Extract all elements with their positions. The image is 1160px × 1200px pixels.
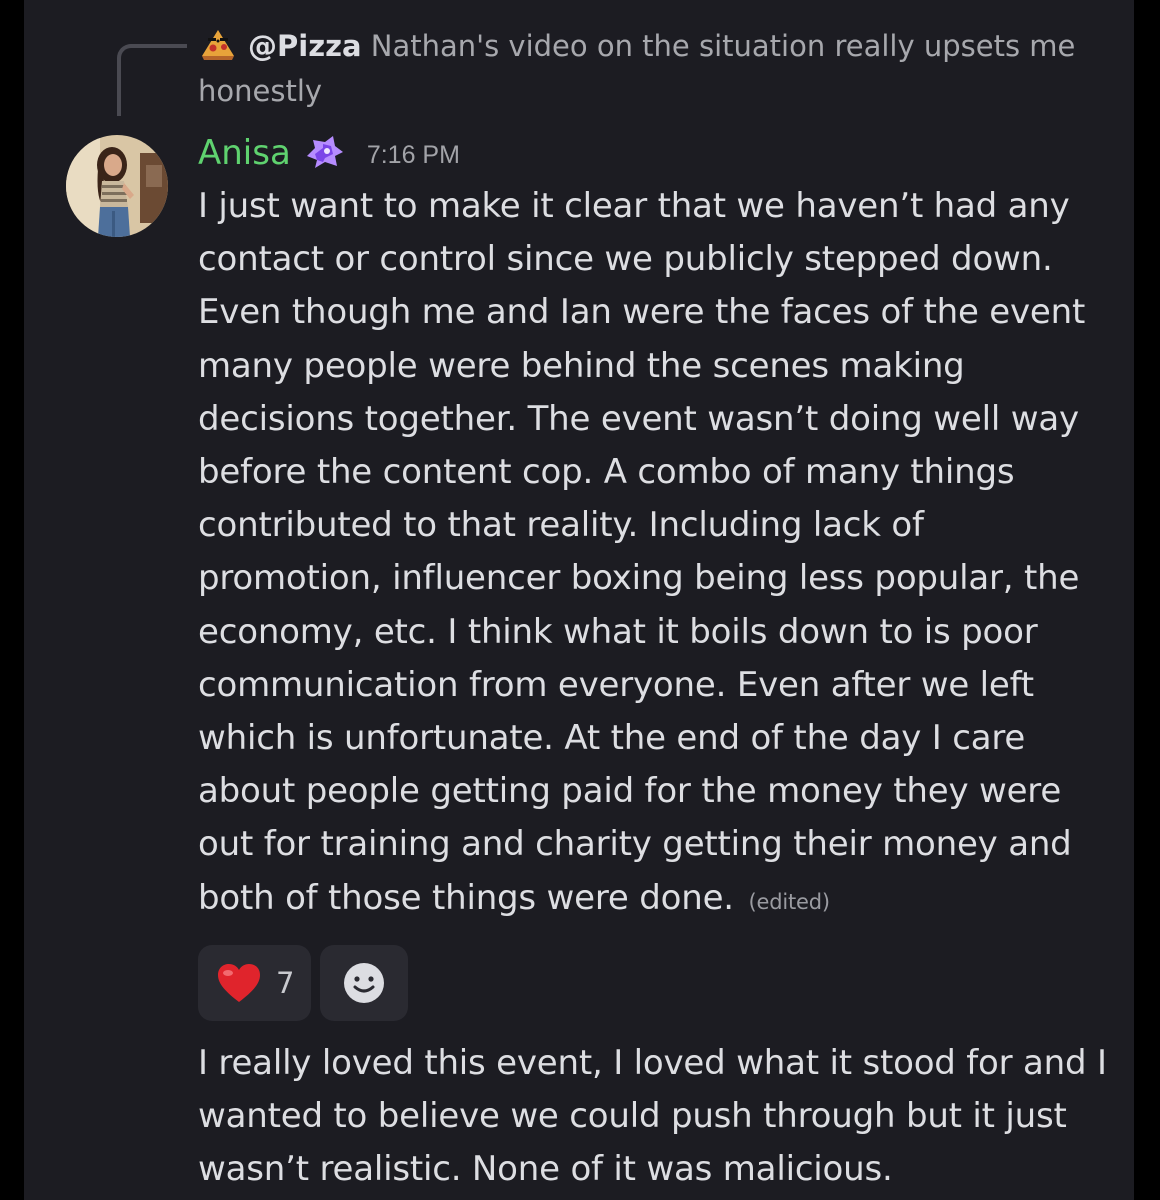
username[interactable]: Anisa <box>198 133 291 173</box>
message-timestamp[interactable]: 7:16 PM <box>367 137 460 170</box>
avatar-image <box>66 135 168 237</box>
reply-connector-line <box>117 44 187 116</box>
avatar[interactable] <box>66 135 168 237</box>
add-reaction-button[interactable] <box>320 945 408 1021</box>
heart-icon <box>218 964 260 1002</box>
add-reaction-smiley-icon <box>344 963 384 1003</box>
message-body: I just want to make it clear that we hav… <box>198 180 1110 929</box>
followup-message-body: I really loved this event, I loved what … <box>198 1043 1107 1190</box>
heart-reaction-button[interactable]: 7 <box>198 945 311 1021</box>
reaction-bar: 7 <box>198 945 408 1021</box>
reply-preview[interactable]: @Pizza Nathan's video on the situation r… <box>198 24 1078 114</box>
message-header: Anisa 7:16 PM <box>198 128 460 178</box>
edited-label: (edited) <box>748 889 831 914</box>
reply-mention[interactable]: @Pizza <box>248 29 362 63</box>
nitro-badge-icon[interactable] <box>303 134 347 172</box>
reaction-count: 7 <box>276 966 295 1000</box>
message-text: I just want to make it clear that we hav… <box>198 186 1086 918</box>
